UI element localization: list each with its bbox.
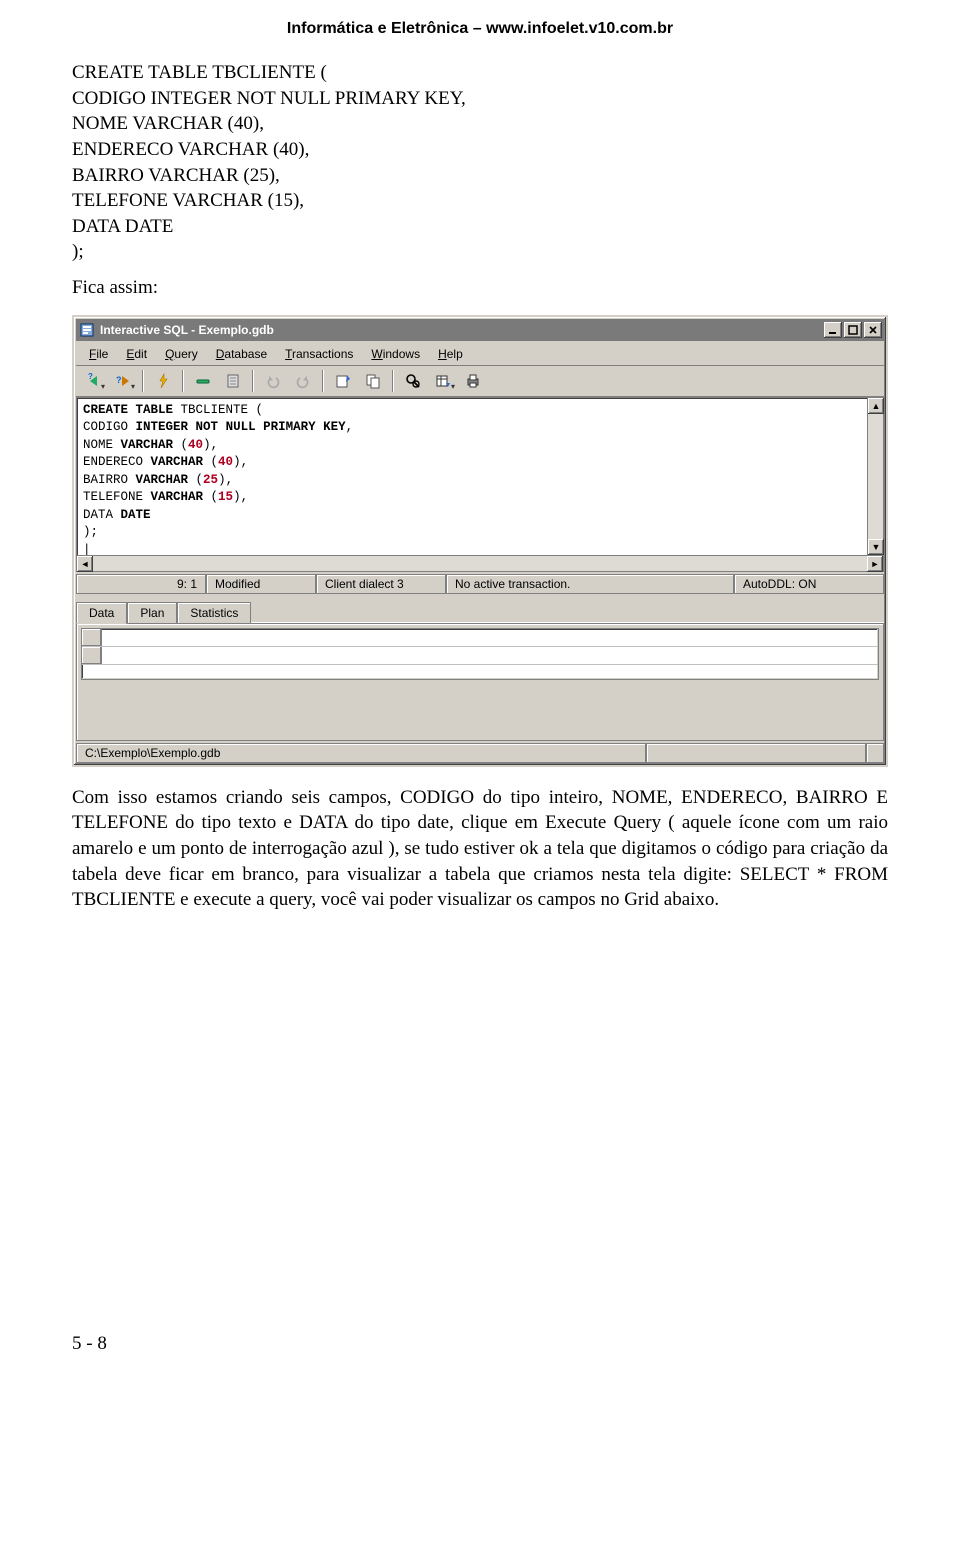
scroll-left-icon[interactable]: ◄: [77, 556, 93, 572]
export-results-icon[interactable]: ▾: [430, 369, 456, 393]
resize-grip-icon[interactable]: [866, 743, 884, 763]
menubar: File Edit Query Database Transactions Wi…: [76, 343, 884, 366]
print-icon[interactable]: [460, 369, 486, 393]
status-modified: Modified: [206, 574, 316, 594]
grid-row: [82, 647, 878, 665]
window-bottombar: C:\Exemplo\Exemplo.gdb: [76, 743, 884, 763]
redo-icon[interactable]: [290, 369, 316, 393]
close-button[interactable]: [864, 322, 882, 338]
toolbar-separator: [182, 370, 184, 392]
toolbar-separator: [322, 370, 324, 392]
explanation-paragraph: Com isso estamos criando seis campos, CO…: [72, 785, 888, 913]
editor-statusbar: 9: 1 Modified Client dialect 3 No active…: [76, 574, 884, 594]
status-transaction: No active transaction.: [446, 574, 734, 594]
result-panel: [76, 623, 884, 741]
menu-help[interactable]: Help: [429, 345, 472, 363]
status-autoddl: AutoDDL: ON: [734, 574, 884, 594]
undo-icon[interactable]: [260, 369, 286, 393]
maximize-button[interactable]: [844, 322, 862, 338]
bottom-empty: [646, 743, 866, 763]
minimize-button[interactable]: [824, 322, 842, 338]
sql-code-block: CREATE TABLE TBCLIENTE ( CODIGO INTEGER …: [72, 60, 888, 265]
fica-assim: Fica assim:: [72, 275, 888, 301]
page-header: Informática e Eletrônica – www.infoelet.…: [72, 20, 888, 38]
clear-icon[interactable]: [220, 369, 246, 393]
page-number: 5 - 8: [72, 1333, 888, 1355]
tab-plan[interactable]: Plan: [127, 602, 177, 623]
scroll-up-icon[interactable]: ▲: [868, 398, 884, 414]
menu-edit[interactable]: Edit: [117, 345, 156, 363]
toolbar-separator: [142, 370, 144, 392]
menu-windows[interactable]: Windows: [362, 345, 429, 363]
menu-query[interactable]: Query: [156, 345, 207, 363]
editor-vscroll[interactable]: ▲ ▼: [867, 398, 883, 555]
toolbar: ? ▾ ? ▾: [76, 366, 884, 397]
execute-query-icon[interactable]: [150, 369, 176, 393]
grid-row-header: [82, 647, 102, 664]
grid-corner: [82, 629, 102, 646]
db-path: C:\Exemplo\Exemplo.gdb: [76, 743, 646, 763]
find-icon[interactable]: [400, 369, 426, 393]
save-script-icon[interactable]: [360, 369, 386, 393]
status-dialect: Client dialect 3: [316, 574, 446, 594]
toolbar-separator: [392, 370, 394, 392]
scroll-right-icon[interactable]: ►: [867, 556, 883, 572]
window-title: Interactive SQL - Exemplo.gdb: [100, 323, 824, 337]
grid-header-row: [82, 629, 878, 647]
sql-editor-wrap: CREATE TABLE TBCLIENTE ( CODIGO INTEGER …: [76, 397, 884, 572]
menu-transactions[interactable]: Transactions: [276, 345, 362, 363]
toolbar-separator: [252, 370, 254, 392]
tab-data[interactable]: Data: [76, 602, 127, 624]
open-script-icon[interactable]: [330, 369, 356, 393]
isql-window: Interactive SQL - Exemplo.gdb File Edit …: [72, 315, 888, 767]
result-tabs: Data Plan Statistics: [76, 596, 884, 623]
scroll-down-icon[interactable]: ▼: [868, 539, 884, 555]
svg-text:?: ?: [116, 375, 122, 385]
tab-statistics[interactable]: Statistics: [177, 602, 251, 623]
titlebar[interactable]: Interactive SQL - Exemplo.gdb: [76, 319, 884, 341]
status-cursor: 9: 1: [76, 574, 206, 594]
prev-statement-icon[interactable]: ? ▾: [80, 369, 106, 393]
svg-text:?: ?: [88, 373, 93, 381]
sql-editor[interactable]: CREATE TABLE TBCLIENTE ( CODIGO INTEGER …: [77, 398, 883, 555]
stop-icon[interactable]: [190, 369, 216, 393]
result-grid[interactable]: [81, 628, 879, 680]
menu-database[interactable]: Database: [207, 345, 276, 363]
menu-file[interactable]: File: [80, 345, 117, 363]
editor-hscroll[interactable]: ◄ ►: [77, 555, 883, 571]
next-statement-icon[interactable]: ? ▾: [110, 369, 136, 393]
app-icon: [78, 322, 96, 338]
